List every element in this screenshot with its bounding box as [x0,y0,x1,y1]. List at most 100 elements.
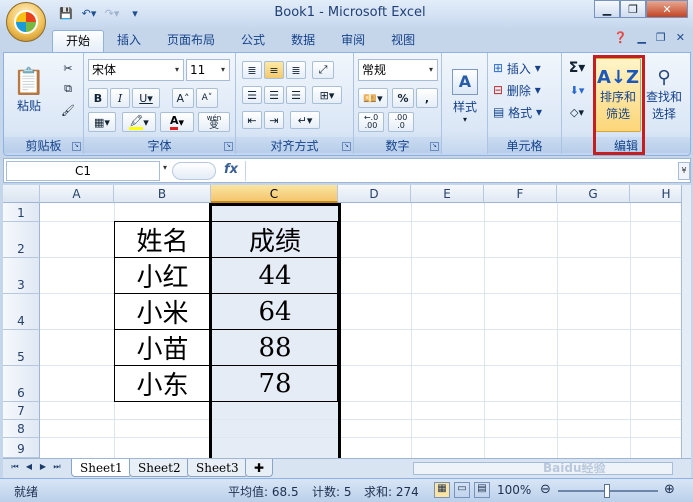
col-header-b[interactable]: B [114,185,211,203]
borders-icon[interactable]: ▦▾ [88,112,116,132]
fill-icon[interactable]: ⬇▾ [564,80,590,100]
tab-review[interactable]: 审阅 [328,30,378,52]
insert-sheet-icon[interactable]: ✚ [245,459,273,477]
clear-icon[interactable]: ◇▾ [564,102,590,122]
formula-cancel-enter-pill[interactable] [172,162,216,180]
minimize-button[interactable]: ▁ [594,0,620,18]
customize-qat-icon[interactable]: ▾ [125,4,145,22]
orientation-icon[interactable]: ⤢ [312,61,334,79]
col-header-d[interactable]: D [338,185,411,203]
zoom-out-icon[interactable]: ⊖ [540,482,551,497]
align-center-icon[interactable]: ☰ [264,86,284,104]
name-box[interactable]: C1 [6,161,160,181]
cut-icon[interactable]: ✂ [58,59,78,77]
tab-page-layout[interactable]: 页面布局 [154,30,228,52]
tab-home[interactable]: 开始 [52,30,105,52]
minimize-icon[interactable]: ▁ [637,31,645,44]
align-right-icon[interactable]: ☰ [286,86,306,104]
row-header-1[interactable]: 1 [3,203,40,222]
next-sheet-icon[interactable]: ▶ [37,462,49,474]
row-header-9[interactable]: 9 [3,438,40,458]
font-size-select[interactable]: 11 ▾ [186,59,230,81]
row-header-5[interactable]: 5 [3,330,40,366]
paste-button[interactable]: 📋 粘贴 [12,59,46,121]
format-painter-icon[interactable]: 🖌 [58,101,78,119]
restore-button[interactable]: ❐ [620,0,646,18]
expand-formula-icon[interactable]: ¥ [678,162,690,180]
office-button[interactable] [6,2,46,42]
font-name-select[interactable]: 宋体 ▾ [88,59,184,81]
cell-b3[interactable]: 小红 [114,258,211,293]
close-button[interactable]: ✕ [646,0,688,18]
zoom-in-icon[interactable]: ⊕ [664,482,675,497]
cell-c4[interactable]: 64 [212,294,338,329]
fill-color-icon[interactable]: 🖍 ▾ [122,112,156,132]
sheet-tab-1[interactable]: Sheet1 [71,459,132,477]
col-header-a[interactable]: A [40,185,114,203]
close-icon[interactable]: ✕ [676,31,685,44]
prev-sheet-icon[interactable]: ◀ [23,462,35,474]
increase-indent-icon[interactable]: ⇥ [264,111,284,129]
insert-function-icon[interactable]: fx [220,162,242,180]
number-dialog-launcher[interactable]: ↘ [430,142,439,151]
worksheet-grid[interactable]: A B C D E F G H 1 2 3 4 5 6 7 8 9 姓名 成绩 … [3,185,681,458]
align-bottom-icon[interactable]: ≣ [286,61,306,79]
col-header-h[interactable]: H [630,185,681,203]
shrink-font-icon[interactable]: A˅ [196,88,218,108]
clipboard-dialog-launcher[interactable]: ↘ [72,142,81,151]
cell-b5[interactable]: 小苗 [114,330,211,365]
decrease-decimal-icon[interactable]: .00.0 [388,112,414,132]
undo-icon[interactable]: ↶▾ [79,4,99,22]
copy-icon[interactable]: ⧉ [58,80,78,98]
increase-decimal-icon[interactable]: ←.0.00 [358,112,384,132]
tab-insert[interactable]: 插入 [104,30,154,52]
page-layout-view-icon[interactable]: ▭ [454,482,470,498]
insert-cells-button[interactable]: ⊞ 插入 ▾ [492,58,556,78]
align-top-icon[interactable]: ≣ [242,61,262,79]
cell-b4[interactable]: 小米 [114,294,211,329]
page-break-view-icon[interactable]: ▤ [474,482,490,498]
col-header-e[interactable]: E [411,185,484,203]
first-sheet-icon[interactable]: ⏮ [9,462,21,474]
cell-c5[interactable]: 88 [212,330,338,365]
vertical-scrollbar[interactable] [681,185,691,458]
comma-style-icon[interactable]: , [416,88,438,108]
cell-c6[interactable]: 78 [212,366,338,401]
row-header-8[interactable]: 8 [3,420,40,438]
bold-button[interactable]: B [88,88,108,108]
last-sheet-icon[interactable]: ⏭ [51,462,63,474]
restore-icon[interactable]: ❐ [656,31,666,44]
row-header-7[interactable]: 7 [3,402,40,420]
wrap-text-icon[interactable]: ↵▾ [290,111,320,129]
tab-data[interactable]: 数据 [278,30,328,52]
redo-icon[interactable]: ↷▾ [102,4,122,22]
percent-style-icon[interactable]: % [392,88,414,108]
cell-c3[interactable]: 44 [212,258,338,293]
decrease-indent-icon[interactable]: ⇤ [242,111,262,129]
autosum-icon[interactable]: Σ▾ [564,58,590,78]
format-cells-button[interactable]: ▤ 格式 ▾ [492,102,556,122]
sheet-tab-2[interactable]: Sheet2 [129,459,190,477]
col-header-f[interactable]: F [484,185,557,203]
zoom-slider-thumb[interactable] [604,484,610,498]
select-all-corner[interactable] [3,185,40,203]
help-icon[interactable]: ❓ [614,31,628,44]
align-left-icon[interactable]: ☰ [242,86,262,104]
sheet-tab-3[interactable]: Sheet3 [187,459,248,477]
font-dialog-launcher[interactable]: ↘ [224,142,233,151]
save-icon[interactable]: 💾 [56,4,76,22]
alignment-dialog-launcher[interactable]: ↘ [342,142,351,151]
col-header-g[interactable]: G [557,185,630,203]
row-header-3[interactable]: 3 [3,258,40,294]
delete-cells-button[interactable]: ⊟ 删除 ▾ [492,80,556,100]
tab-formulas[interactable]: 公式 [228,30,278,52]
row-header-6[interactable]: 6 [3,366,40,402]
row-header-2[interactable]: 2 [3,222,40,258]
find-select-button[interactable]: ⚲ 查找和 选择 [642,58,686,132]
cell-b6[interactable]: 小东 [114,366,211,401]
normal-view-icon[interactable]: ▦ [434,482,450,498]
tab-view[interactable]: 视图 [378,30,428,52]
formula-input[interactable] [245,161,675,181]
row-header-4[interactable]: 4 [3,294,40,330]
grow-font-icon[interactable]: A˄ [172,88,194,108]
